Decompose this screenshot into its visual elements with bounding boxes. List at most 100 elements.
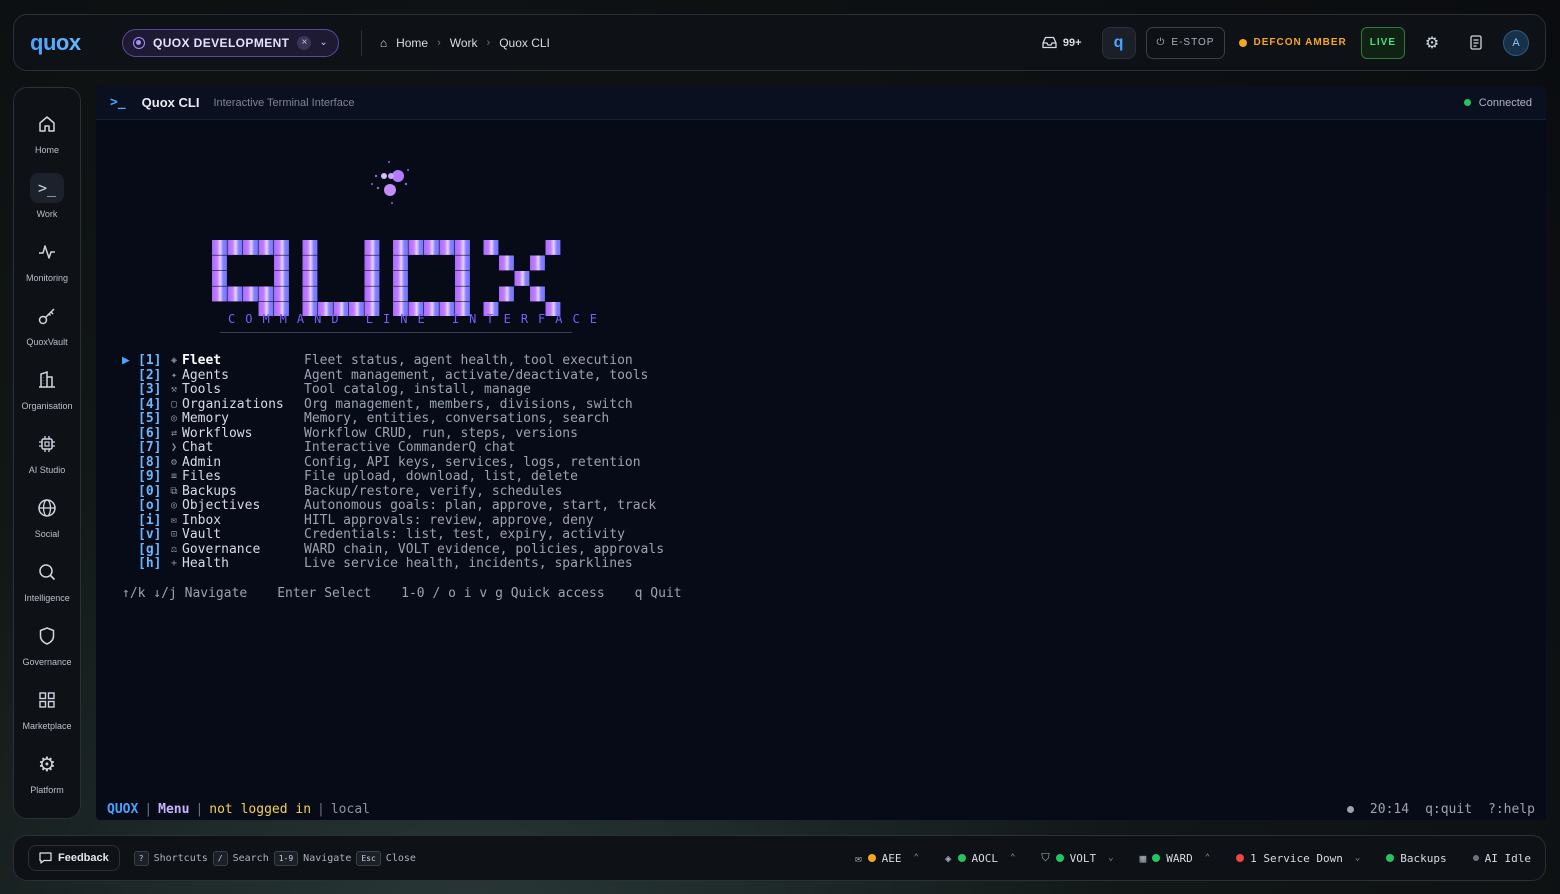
app-logo[interactable]: quox (30, 30, 110, 56)
tagline: COMMAND LINE INTERFACE (228, 312, 607, 326)
menu-item-agents[interactable]: [2] ✦ Agents Agent management, activate/dea… (122, 368, 664, 384)
sidebar-item-label: Organisation (21, 401, 73, 411)
sidebar-item-marketplace[interactable]: Marketplace (20, 676, 74, 740)
menu-item-health[interactable]: [h] + Health Live service health, incidents… (122, 556, 664, 572)
menu-item-vault[interactable]: [v] ⊡ Vault Credentials: list, test, expiry… (122, 527, 664, 543)
sidebar-item-monitoring[interactable]: Monitoring (20, 228, 74, 292)
menu-item-icon: ✉ (170, 514, 178, 526)
shortcut-label: Shortcuts (153, 852, 208, 864)
menu-item-memory[interactable]: [5] ◎ Memory Memory, entities, conversation… (122, 411, 664, 427)
terminal-header: >_ Quox CLI Interactive Terminal Interfa… (96, 86, 1546, 120)
document-icon (1470, 35, 1482, 50)
service-aocl[interactable]: ◈ AOCL ⌃ (945, 852, 1016, 865)
settings-button[interactable]: ⚙ (1415, 27, 1449, 59)
sidebar-item-governance[interactable]: Governance (20, 612, 74, 676)
building-icon (39, 370, 55, 388)
status-dot (1346, 806, 1354, 813)
org-switcher[interactable]: QUOX DEVELOPMENT × ⌄ (122, 28, 339, 57)
live-badge[interactable]: LIVE (1360, 26, 1405, 59)
menu-item-organizations[interactable]: [4] ▢ Organizations Org management, members… (122, 397, 664, 413)
breadcrumb-home[interactable]: Home (396, 36, 428, 50)
page-title: Quox CLI (141, 95, 200, 110)
avatar[interactable]: A (1503, 29, 1529, 56)
chevron-down-icon: ⌄ (1354, 853, 1361, 863)
menu-item-inbox[interactable]: [i] ✉ Inbox HITL approvals: review, approve… (122, 513, 664, 529)
shortcut-hints: ? Shortcuts / Search 1-9 Navigate Esc Cl… (133, 850, 416, 866)
defcon-dot (1239, 38, 1248, 47)
sidebar-item-social[interactable]: Social (20, 484, 74, 548)
cli-menu: ▶ [1] ◈ Fleet Fleet status, agent health, to… (122, 353, 664, 572)
sidebar: Home >_ Work Monitoring QuoxVault Organi… (13, 87, 81, 819)
menu-item-icon: ≡ (170, 471, 178, 482)
sidebar-item-label: Home (34, 145, 59, 155)
shield-check-icon: ⛉ (1041, 851, 1050, 864)
feedback-button[interactable]: Feedback (28, 845, 120, 871)
hint-navigate: ↑/k ↓/j Navigate (122, 586, 248, 601)
menu-item-icon: ⊡ (170, 529, 178, 540)
service-backups[interactable]: Backups (1386, 852, 1447, 865)
menu-item-icon: ❯ (170, 442, 178, 453)
menu-item-objectives[interactable]: [o] ◎ Objectives Autonomous goals: plan, ap… (122, 498, 664, 514)
menu-item-icon: ▢ (170, 398, 178, 410)
sidebar-item-ai-studio[interactable]: AI Studio (20, 420, 74, 484)
sidebar-item-platform[interactable]: ⚙ Platform (20, 740, 74, 804)
menu-item-icon: ◎ (170, 500, 178, 511)
topbar-divider (360, 29, 362, 56)
menu-item-icon: ⇄ (170, 427, 178, 439)
estop-label: E-STOP (1171, 37, 1215, 48)
menu-item-backups[interactable]: [0] ⧉ Backups Backup/restore, verify, sched… (122, 484, 664, 500)
status-dot (1152, 854, 1161, 862)
service-aee[interactable]: ✉ AEE ⌃ (855, 852, 919, 865)
chevron-down-icon: ⌄ (1108, 853, 1114, 863)
menu-item-workflows[interactable]: [6] ⇄ Workflows Workflow CRUD, run, steps, … (122, 426, 664, 442)
top-bar: quox QUOX DEVELOPMENT × ⌄ ⌂ Home › Work … (13, 14, 1546, 71)
feedback-label: Feedback (58, 852, 109, 864)
avatar-initial: A (1512, 36, 1520, 49)
inbox-icon (1042, 36, 1057, 49)
sidebar-item-home[interactable]: Home (20, 100, 74, 164)
status-env: local (330, 802, 370, 817)
search-icon (39, 564, 56, 581)
hint-select: Enter Select (277, 586, 372, 601)
sidebar-item-intelligence[interactable]: Intelligence (20, 548, 74, 612)
sidebar-item-organisation[interactable]: Organisation (20, 356, 74, 420)
service-ai[interactable]: AI Idle (1472, 852, 1531, 865)
menu-item-fleet[interactable]: ▶ [1] ◈ Fleet Fleet status, agent health, to… (122, 353, 664, 369)
service-down-indicator[interactable]: 1 Service Down ⌄ (1236, 852, 1360, 865)
quox-assistant-button[interactable]: q (1101, 26, 1136, 59)
menu-item-chat[interactable]: [7] ❯ Chat Interactive CommanderQ chat (122, 440, 664, 456)
service-ward[interactable]: ▦ WARD ⌃ (1140, 852, 1211, 865)
sidebar-item-label: Marketplace (22, 721, 72, 731)
org-name: QUOX DEVELOPMENT (153, 35, 290, 50)
shortcut-label: Navigate (303, 852, 352, 864)
menu-item-admin[interactable]: [8] ⚙ Admin Config, API keys, services, log… (122, 455, 664, 471)
chevron-down-icon[interactable]: ⌄ (319, 37, 327, 48)
breadcrumb-work[interactable]: Work (450, 36, 478, 50)
kbd-key: Esc (356, 850, 381, 866)
breadcrumb-separator-icon: › (437, 36, 441, 49)
estop-button[interactable]: ⏻ E-STOP (1145, 26, 1226, 59)
clear-org-icon[interactable]: × (297, 35, 312, 50)
sidebar-item-work[interactable]: >_ Work (20, 164, 74, 228)
status-dot (867, 854, 876, 862)
sidebar-item-quoxvault[interactable]: QuoxVault (20, 292, 74, 356)
quox-pixel-logo (212, 240, 561, 316)
terminal-status-line: QUOX | Menu | not logged in | local 20:1… (107, 802, 1535, 817)
sidebar-item-label: Social (34, 529, 60, 539)
service-volt[interactable]: ⛉ VOLT ⌄ (1041, 851, 1113, 865)
menu-item-tools[interactable]: [3] ⚒ Tools Tool catalog, install, manage (122, 382, 664, 398)
mail-icon: ✉ (854, 851, 862, 865)
status-dot (1055, 854, 1064, 862)
menu-item-governance[interactable]: [g] ⚖ Governance WARD chain, VOLT evidence,… (122, 542, 664, 558)
menu-item-icon: ⧉ (170, 485, 178, 497)
status-view: Menu (158, 802, 190, 817)
menu-item-files[interactable]: [9] ≡ Files File upload, download, list, de… (122, 469, 664, 485)
connection-dot (1463, 99, 1471, 106)
docs-button[interactable] (1459, 27, 1493, 59)
inbox-button[interactable]: 99+ (1042, 36, 1082, 49)
sidebar-item-label: Work (36, 209, 58, 219)
defcon-indicator[interactable]: DEFCON AMBER (1235, 37, 1350, 48)
terminal-panel[interactable]: >_ Quox CLI Interactive Terminal Interfa… (96, 86, 1546, 820)
hint-quit: q Quit (634, 586, 682, 601)
shortcut-label: Close (385, 852, 416, 864)
